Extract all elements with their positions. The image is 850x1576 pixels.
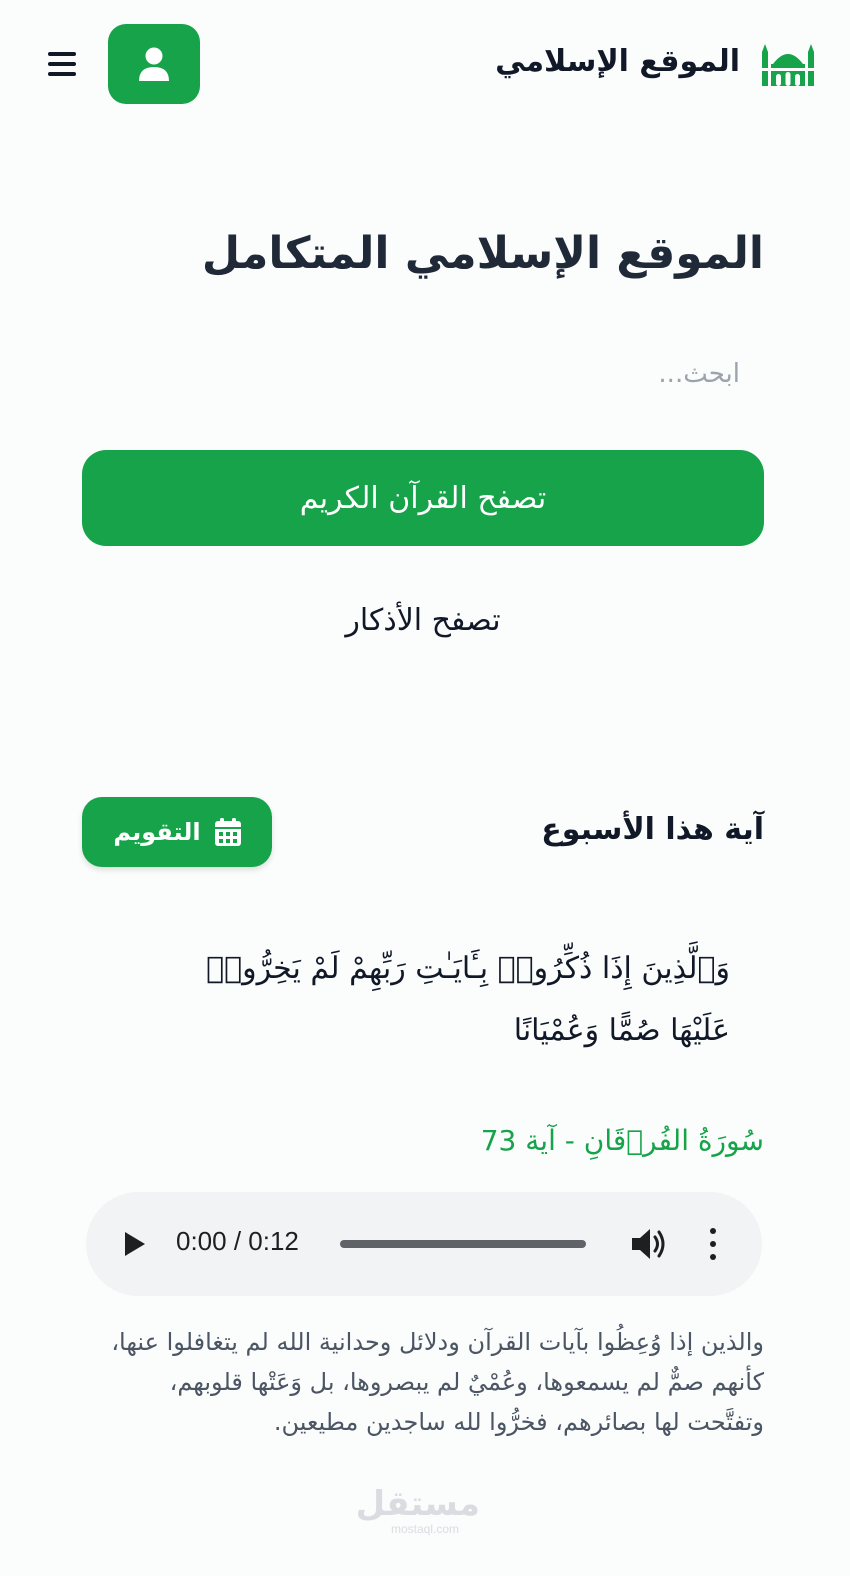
dot xyxy=(710,1254,716,1260)
mosque-icon[interactable] xyxy=(762,40,814,86)
watermark-english: mostaql.com xyxy=(390,1522,460,1536)
surah-reference: سُورَةُ الفُرۡقَانِ - آية 73 xyxy=(480,1124,764,1157)
audio-time: 0:00 / 0:12 xyxy=(176,1226,299,1256)
weekly-verse-title: آية هذا الأسبوع xyxy=(541,812,764,847)
calendar-button-label: التقويم xyxy=(113,818,201,846)
menu-bar xyxy=(48,52,76,56)
user-icon xyxy=(139,47,169,81)
more-options-icon[interactable] xyxy=(706,1228,720,1260)
audio-player: 0:00 / 0:12 xyxy=(86,1192,762,1296)
site-header: الموقع الإسلامي xyxy=(0,0,850,130)
browse-quran-button[interactable]: تصفح القرآن الكريم xyxy=(82,450,764,546)
verse-text: وَٱلَّذِينَ إِذَا ذُكِّرُوا۟ بِـَٔايَـٰت… xyxy=(206,951,730,1048)
watermark-arabic: مستقل xyxy=(355,1484,480,1524)
volume-icon[interactable] xyxy=(630,1226,668,1262)
menu-bar xyxy=(48,62,76,66)
site-name[interactable]: الموقع الإسلامي xyxy=(495,44,740,79)
page-title: الموقع الإسلامي المتكامل xyxy=(201,228,764,279)
verse-tafsir: والذين إذا وُعِظُوا بآيات القرآن ودلائل … xyxy=(111,1328,764,1436)
search-input[interactable] xyxy=(86,346,764,402)
profile-button[interactable] xyxy=(108,24,200,104)
dot xyxy=(710,1228,716,1234)
page: الموقع الإسلامي الموقع الإسلامي المتكامل… xyxy=(0,0,850,1576)
audio-progress-bar[interactable] xyxy=(340,1240,586,1248)
calendar-icon xyxy=(214,818,241,846)
dot xyxy=(710,1241,716,1247)
menu-bar xyxy=(48,72,76,76)
calendar-button[interactable]: التقويم xyxy=(82,797,272,867)
hamburger-menu-icon[interactable] xyxy=(46,50,78,78)
browse-adhkar-link[interactable]: تصفح الأذكار xyxy=(82,592,764,648)
play-icon[interactable] xyxy=(122,1230,148,1258)
watermark-logo: مستقل mostaql.com xyxy=(355,1484,480,1536)
